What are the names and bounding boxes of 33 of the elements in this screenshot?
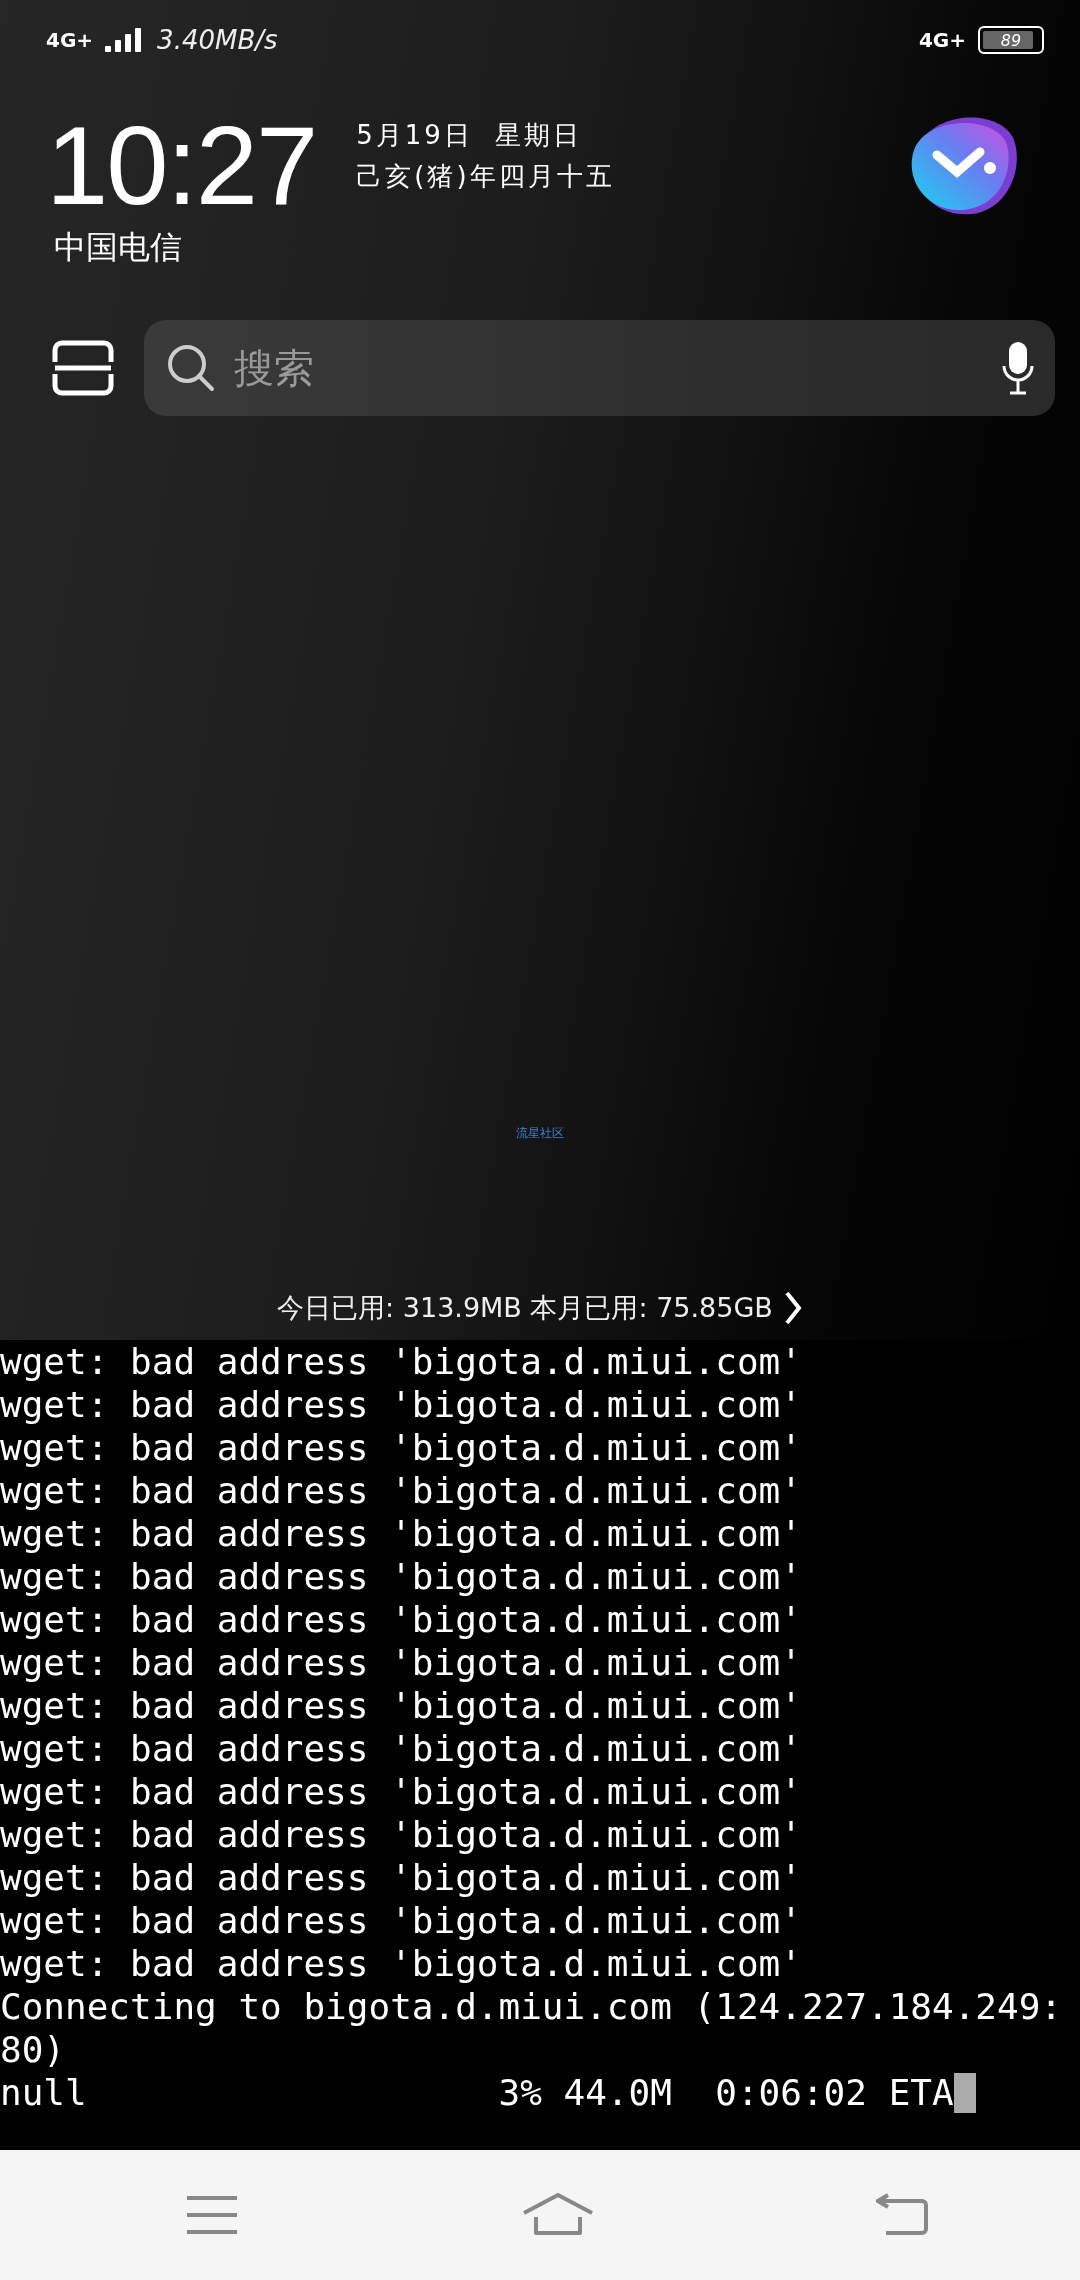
text-cursor <box>953 2072 976 2113</box>
terminal-line: wget: bad address 'bigota.d.miui.com' <box>0 1340 803 1383</box>
terminal-line: wget: bad address 'bigota.d.miui.com' <box>0 1813 803 1856</box>
terminal-line: wget: bad address 'bigota.d.miui.com' <box>0 1598 803 1641</box>
terminal-line: null 3% 44.0M 0:06:02 ETA <box>0 2071 954 2114</box>
data-usage-text: 今日已用: 313.9MB 本月已用: 75.85GB <box>277 1291 773 1325</box>
terminal-line: wget: bad address 'bigota.d.miui.com' <box>0 1942 803 1985</box>
date-text: 5月19日 星期日 <box>356 119 584 152</box>
clock-time: 10:27 <box>46 110 317 222</box>
network-speed: 3.40MB/s <box>157 25 278 55</box>
terminal-line: wget: bad address 'bigota.d.miui.com' <box>0 1641 803 1684</box>
microphone-icon[interactable] <box>1001 340 1035 396</box>
terminal-line: wget: bad address 'bigota.d.miui.com' <box>0 1899 803 1942</box>
battery-level: 89 <box>999 29 1023 52</box>
terminal-line: wget: bad address 'bigota.d.miui.com' <box>0 1727 803 1770</box>
search-placeholder: 搜索 <box>234 343 314 393</box>
scan-icon[interactable] <box>52 340 114 396</box>
terminal-line: wget: bad address 'bigota.d.miui.com' <box>0 1770 803 1813</box>
terminal-line: wget: bad address 'bigota.d.miui.com' <box>0 1856 803 1899</box>
terminal-line: wget: bad address 'bigota.d.miui.com' <box>0 1383 803 1426</box>
terminal-line: wget: bad address 'bigota.d.miui.com' <box>0 1684 803 1727</box>
search-field[interactable]: 搜索 <box>144 320 1055 416</box>
terminal-line: wget: bad address 'bigota.d.miui.com' <box>0 1426 803 1469</box>
terminal-line: Connecting to bigota.d.miui.com (124.227.184.249:80) <box>0 1985 1064 2071</box>
terminal-line: wget: bad address 'bigota.d.miui.com' <box>0 1512 803 1555</box>
lunar-date: 己亥(猪)年四月十五 <box>356 160 615 193</box>
terminal-line: wget: bad address 'bigota.d.miui.com' <box>0 1555 803 1598</box>
network-type: 4G+ <box>918 28 966 52</box>
carrier-name: 中国电信 <box>54 227 183 268</box>
terminal-line: wget: bad address 'bigota.d.miui.com' <box>0 1469 803 1512</box>
community-label: 流星社区 <box>516 1125 564 1142</box>
search-icon <box>166 343 216 393</box>
network-type: 4G+ <box>46 28 94 52</box>
